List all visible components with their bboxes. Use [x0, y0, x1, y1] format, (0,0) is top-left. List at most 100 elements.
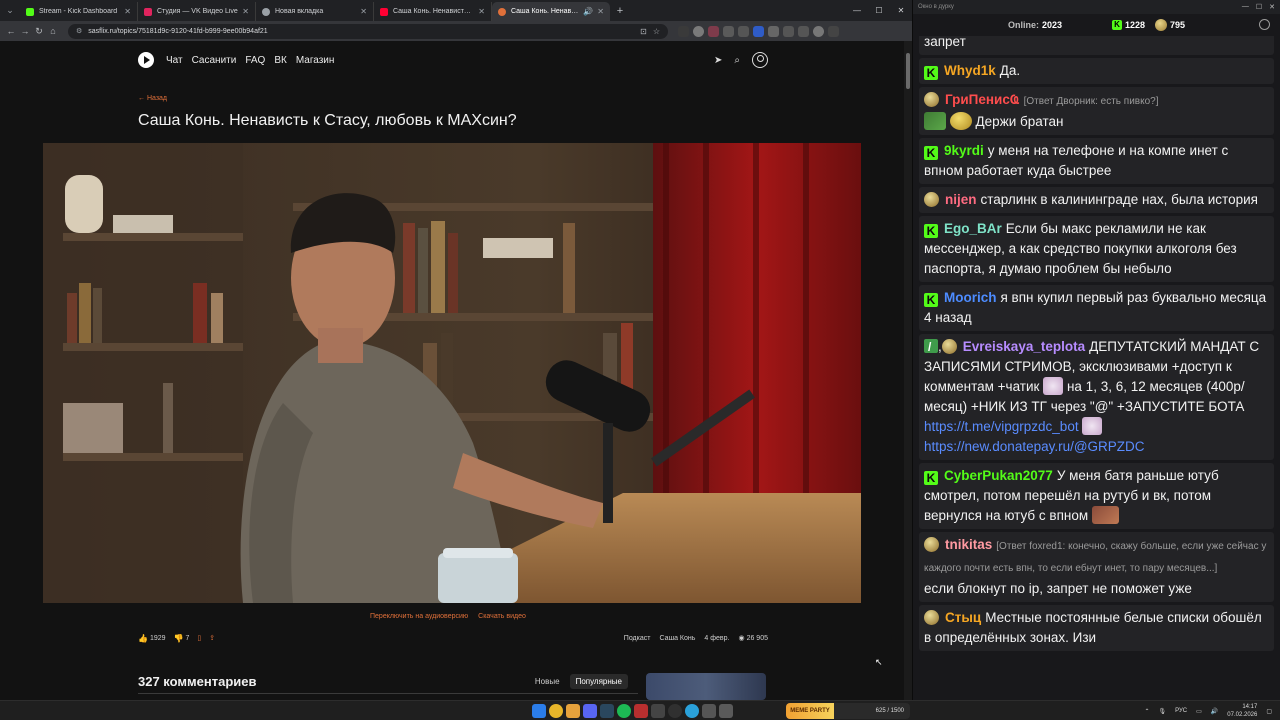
- clock[interactable]: 14:17 07.02.2026: [1227, 703, 1257, 719]
- minimize-icon[interactable]: —: [846, 6, 868, 15]
- extension-icon[interactable]: [678, 25, 689, 37]
- eye-icon: ◉: [738, 635, 745, 642]
- message-link[interactable]: https://new.donatepay.ru/@GRPZDC: [924, 439, 1145, 454]
- site-info-icon[interactable]: ⚙: [76, 27, 82, 35]
- tab-youtube-video[interactable]: Саша Конь. Ненависть к Стасу ✕: [374, 2, 492, 21]
- language-indicator[interactable]: РУС: [1175, 708, 1187, 714]
- nav-link-vk[interactable]: ВК: [274, 55, 287, 66]
- app-icon[interactable]: [702, 704, 716, 718]
- username[interactable]: tnikitas: [945, 537, 992, 552]
- menu-icon[interactable]: [828, 25, 839, 37]
- extension-icon[interactable]: [723, 25, 734, 37]
- close-tab-icon[interactable]: ✕: [242, 7, 249, 16]
- speaker-icon[interactable]: 🔊: [583, 7, 593, 16]
- scrollbar-thumb[interactable]: [906, 53, 910, 89]
- extension-icon[interactable]: [708, 25, 719, 37]
- extension-icon[interactable]: [693, 25, 704, 37]
- download-video-link[interactable]: Скачать видео: [478, 613, 526, 620]
- chat-window-title: Окно в дурку: [918, 4, 954, 10]
- spotify-app-icon[interactable]: [617, 704, 631, 718]
- bookmark-button[interactable]: ▯: [197, 634, 201, 642]
- app-icon[interactable]: [651, 704, 665, 718]
- nav-link-faq[interactable]: FAQ: [245, 55, 265, 66]
- settings-gear-icon[interactable]: [1259, 19, 1270, 30]
- install-icon[interactable]: ⊡: [640, 27, 647, 36]
- maximize-icon[interactable]: ☐: [868, 6, 890, 15]
- telegram-app-icon[interactable]: [685, 704, 699, 718]
- address-bar[interactable]: ⚙ sasflix.ru/topics/75181d9c-9120-41fd-b…: [68, 23, 668, 39]
- volume-icon[interactable]: 🔊: [1211, 708, 1218, 715]
- puzzle-icon[interactable]: [768, 25, 779, 37]
- meme-party-widget[interactable]: MEME PARTY 625 / 1500: [786, 703, 910, 719]
- tag-guest[interactable]: Саша Конь: [659, 635, 695, 642]
- close-tab-icon[interactable]: ✕: [124, 7, 131, 16]
- network-icon[interactable]: ▭: [1196, 708, 1202, 715]
- obs-app-icon[interactable]: [668, 704, 682, 718]
- message-link[interactable]: https://t.me/vipgrpzdc_bot: [924, 419, 1079, 434]
- like-button[interactable]: 👍 1929: [138, 634, 166, 643]
- username[interactable]: ГриПенисҨ: [945, 92, 1020, 107]
- tab-vk-studio[interactable]: Студия — VK Видео Live ✕: [138, 2, 256, 21]
- username[interactable]: 9kyrdi: [944, 143, 984, 158]
- username[interactable]: Ego_BAr: [944, 221, 1002, 236]
- start-windows-icon[interactable]: [532, 704, 546, 718]
- sort-popular-tab[interactable]: Популярные: [569, 673, 628, 689]
- sort-new-tab[interactable]: Новые: [529, 674, 566, 689]
- username[interactable]: Evreiskaya_teplota: [963, 339, 1085, 354]
- home-icon[interactable]: ⌂: [46, 26, 60, 36]
- chrome-app-icon[interactable]: [549, 704, 563, 718]
- close-tab-icon[interactable]: ✕: [360, 7, 367, 16]
- microphone-icon[interactable]: 🎙: [1159, 708, 1167, 715]
- back-icon[interactable]: ←: [4, 26, 18, 36]
- username[interactable]: Стыц: [945, 610, 981, 625]
- tab-search-icon[interactable]: ⌄: [0, 0, 20, 21]
- back-link[interactable]: ← Назад: [138, 95, 167, 102]
- download-icon[interactable]: [783, 25, 794, 37]
- bookmark-star-icon[interactable]: ☆: [653, 27, 660, 36]
- tab-sasflix-video[interactable]: Саша Конь. Ненависть к С 🔊 ✕: [492, 2, 610, 21]
- account-icon[interactable]: [752, 52, 768, 68]
- reload-icon[interactable]: ↻: [32, 26, 46, 37]
- username[interactable]: Moorich: [944, 290, 997, 305]
- media-icon[interactable]: [798, 25, 809, 37]
- nav-link-sasaniti[interactable]: Сасанити: [192, 55, 237, 66]
- extension-icon[interactable]: [753, 25, 764, 37]
- dislike-button[interactable]: 👎 7: [174, 634, 190, 643]
- close-icon[interactable]: ✕: [1269, 3, 1275, 11]
- steam-app-icon[interactable]: [600, 704, 614, 718]
- notifications-icon[interactable]: ▢: [1266, 708, 1272, 715]
- share-button[interactable]: ⇪: [209, 634, 215, 642]
- telegram-icon[interactable]: ➤: [714, 55, 722, 66]
- video-player[interactable]: [43, 143, 861, 603]
- browser-window: ⌄ Stream - Kick Dashboard ✕ Студия — VK …: [0, 0, 912, 700]
- tab-new-tab[interactable]: Новая вкладка ✕: [256, 2, 374, 21]
- close-tab-icon[interactable]: ✕: [597, 7, 604, 16]
- audio-version-link[interactable]: Переключить на аудиоверсию: [370, 613, 468, 620]
- maximize-icon[interactable]: ☐: [1256, 3, 1262, 11]
- view-counter: ◉ 26 905: [738, 634, 768, 643]
- app-icon[interactable]: [634, 704, 648, 718]
- search-icon[interactable]: ⌕: [734, 55, 740, 66]
- minimize-icon[interactable]: —: [1242, 3, 1249, 11]
- username[interactable]: Whyd1k: [944, 63, 996, 78]
- username[interactable]: nijen: [945, 192, 977, 207]
- username[interactable]: CyberPukan2077: [944, 468, 1053, 483]
- explorer-app-icon[interactable]: [566, 704, 580, 718]
- page-scrollbar[interactable]: [904, 41, 912, 700]
- forward-icon[interactable]: →: [18, 26, 32, 36]
- extension-icon[interactable]: [738, 25, 749, 37]
- new-tab-button[interactable]: +: [610, 2, 630, 21]
- app-icon[interactable]: [719, 704, 733, 718]
- discord-app-icon[interactable]: [583, 704, 597, 718]
- tag-podcast[interactable]: Подкаст: [624, 635, 651, 642]
- related-video-thumbnail[interactable]: [646, 673, 766, 700]
- site-logo-play-icon[interactable]: [138, 52, 154, 68]
- vk-favicon-icon: [144, 7, 152, 16]
- profile-icon[interactable]: [813, 25, 824, 37]
- tab-kick-dashboard[interactable]: Stream - Kick Dashboard ✕: [20, 2, 138, 21]
- close-tab-icon[interactable]: ✕: [478, 7, 485, 16]
- tray-chevron-icon[interactable]: ⌃: [1144, 708, 1149, 715]
- nav-link-shop[interactable]: Магазин: [296, 55, 335, 66]
- nav-link-chat[interactable]: Чат: [166, 55, 183, 66]
- close-icon[interactable]: ✕: [890, 6, 912, 15]
